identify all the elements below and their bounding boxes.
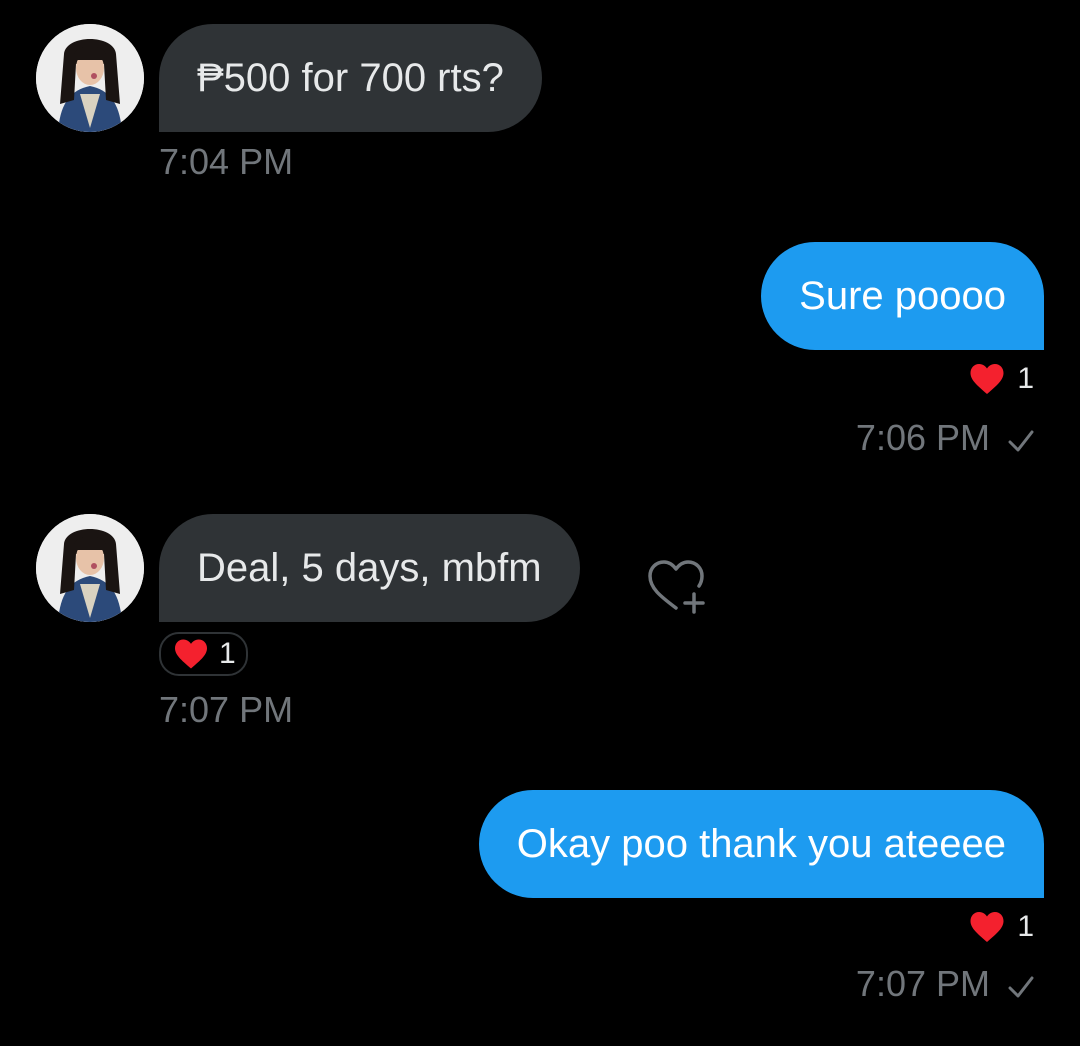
avatar-photo xyxy=(36,514,144,622)
heart-icon xyxy=(970,912,1004,942)
heart-plus-icon[interactable] xyxy=(644,556,708,616)
message-timestamp: 7:06 PM xyxy=(855,417,990,458)
reaction-summary[interactable]: 1 xyxy=(969,362,1034,396)
message-bubble-incoming[interactable]: ₱500 for 700 rts? xyxy=(159,24,542,132)
reaction-summary[interactable]: 1 xyxy=(969,910,1034,944)
reaction-count: 1 xyxy=(1017,910,1034,943)
reaction-count: 1 xyxy=(219,637,236,670)
avatar-photo xyxy=(36,24,144,132)
checkmark-icon xyxy=(1008,976,1034,998)
avatar[interactable] xyxy=(36,24,144,132)
heart-icon xyxy=(175,639,207,669)
message-bubble-outgoing[interactable]: Okay poo thank you ateeee xyxy=(478,790,1044,898)
message-text: Sure poooo xyxy=(799,274,1006,318)
checkmark-icon xyxy=(1008,430,1034,452)
message-timestamp: 7:07 PM xyxy=(159,689,294,730)
heart-icon xyxy=(970,364,1004,394)
reaction-count: 1 xyxy=(1017,362,1034,395)
message-text: Deal, 5 days, mbfm xyxy=(197,546,542,590)
message-bubble-outgoing[interactable]: Sure poooo xyxy=(761,242,1044,350)
message-text: Okay poo thank you ateeee xyxy=(516,822,1006,866)
reaction-summary[interactable]: 1 xyxy=(159,632,248,676)
avatar[interactable] xyxy=(36,514,144,622)
message-timestamp: 7:07 PM xyxy=(855,963,990,1004)
message-timestamp: 7:04 PM xyxy=(159,141,294,182)
message-text: ₱500 for 700 rts? xyxy=(197,56,504,100)
message-bubble-incoming[interactable]: Deal, 5 days, mbfm xyxy=(159,514,580,622)
